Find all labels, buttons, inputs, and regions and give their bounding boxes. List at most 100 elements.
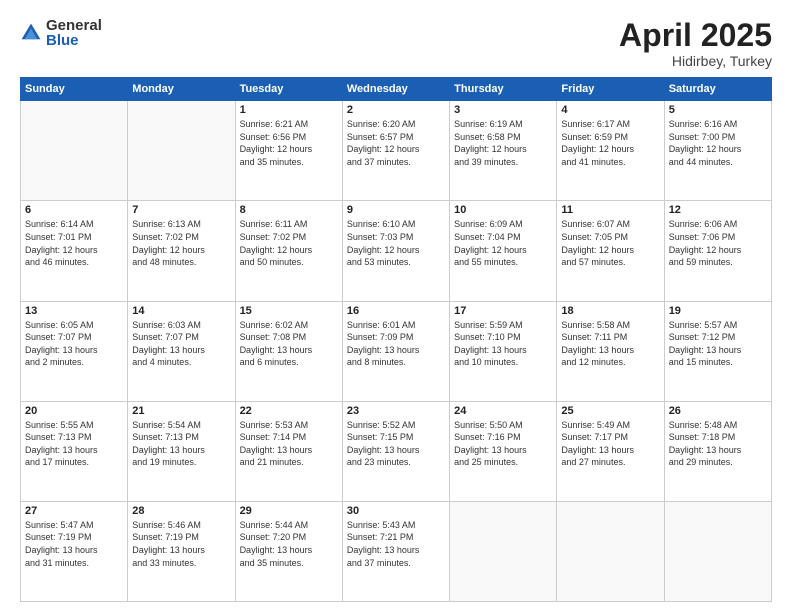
col-sunday: Sunday	[21, 78, 128, 101]
day-number: 10	[454, 204, 552, 216]
table-row	[21, 101, 128, 201]
col-monday: Monday	[128, 78, 235, 101]
table-row: 5 Sunrise: 6:16 AM Sunset: 7:00 PM Daylig…	[664, 101, 771, 201]
table-row: 21 Sunrise: 5:54 AM Sunset: 7:13 PM Dayli…	[128, 401, 235, 501]
table-row: 11 Sunrise: 6:07 AM Sunset: 7:05 PM Dayli…	[557, 201, 664, 301]
day-number: 21	[132, 405, 230, 417]
day-number: 8	[240, 204, 338, 216]
logo-icon	[20, 22, 42, 44]
day-number: 30	[347, 505, 445, 517]
day-number: 17	[454, 305, 552, 317]
day-info: Sunrise: 5:47 AM Sunset: 7:19 PM Dayligh…	[25, 519, 123, 569]
day-number: 14	[132, 305, 230, 317]
table-row	[664, 501, 771, 601]
day-info: Sunrise: 6:01 AM Sunset: 7:09 PM Dayligh…	[347, 319, 445, 369]
table-row: 8 Sunrise: 6:11 AM Sunset: 7:02 PM Daylig…	[235, 201, 342, 301]
day-number: 1	[240, 104, 338, 116]
day-number: 18	[561, 305, 659, 317]
day-number: 5	[669, 104, 767, 116]
day-info: Sunrise: 6:16 AM Sunset: 7:00 PM Dayligh…	[669, 118, 767, 168]
day-info: Sunrise: 6:14 AM Sunset: 7:01 PM Dayligh…	[25, 218, 123, 268]
day-number: 25	[561, 405, 659, 417]
table-row: 26 Sunrise: 5:48 AM Sunset: 7:18 PM Dayli…	[664, 401, 771, 501]
table-row: 20Sunrise: 5:55 AM Sunset: 7:13 PM Dayli…	[21, 401, 128, 501]
day-number: 26	[669, 405, 767, 417]
table-row: 10Sunrise: 6:09 AM Sunset: 7:04 PM Dayli…	[450, 201, 557, 301]
day-info: Sunrise: 6:20 AM Sunset: 6:57 PM Dayligh…	[347, 118, 445, 168]
table-row: 17 Sunrise: 5:59 AM Sunset: 7:10 PM Dayli…	[450, 301, 557, 401]
day-number: 19	[669, 305, 767, 317]
table-row: 6 Sunrise: 6:14 AM Sunset: 7:01 PM Daylig…	[21, 201, 128, 301]
day-number: 7	[132, 204, 230, 216]
day-info: Sunrise: 5:54 AM Sunset: 7:13 PM Dayligh…	[132, 419, 230, 469]
day-info: Sunrise: 6:02 AM Sunset: 7:08 PM Dayligh…	[240, 319, 338, 369]
day-number: 27	[25, 505, 123, 517]
day-info: Sunrise: 5:53 AM Sunset: 7:14 PM Dayligh…	[240, 419, 338, 469]
day-info: Sunrise: 6:05 AM Sunset: 7:07 PM Dayligh…	[25, 319, 123, 369]
day-info: Sunrise: 5:58 AM Sunset: 7:11 PM Dayligh…	[561, 319, 659, 369]
day-number: 6	[25, 204, 123, 216]
logo-general: General	[46, 18, 102, 33]
table-row: 27 Sunrise: 5:47 AM Sunset: 7:19 PM Dayli…	[21, 501, 128, 601]
day-number: 23	[347, 405, 445, 417]
day-info: Sunrise: 6:06 AM Sunset: 7:06 PM Dayligh…	[669, 218, 767, 268]
col-friday: Friday	[557, 78, 664, 101]
table-row: 28Sunrise: 5:46 AM Sunset: 7:19 PM Dayli…	[128, 501, 235, 601]
day-info: Sunrise: 5:52 AM Sunset: 7:15 PM Dayligh…	[347, 419, 445, 469]
weekday-header-row: Sunday Monday Tuesday Wednesday Thursday…	[21, 78, 772, 101]
table-row: 30Sunrise: 5:43 AM Sunset: 7:21 PM Dayli…	[342, 501, 449, 601]
table-row: 15 Sunrise: 6:02 AM Sunset: 7:08 PM Dayli…	[235, 301, 342, 401]
logo-text: General Blue	[46, 18, 102, 48]
table-row: 16 Sunrise: 6:01 AM Sunset: 7:09 PM Dayli…	[342, 301, 449, 401]
table-row	[128, 101, 235, 201]
day-number: 13	[25, 305, 123, 317]
day-number: 11	[561, 204, 659, 216]
table-row: 13 Sunrise: 6:05 AM Sunset: 7:07 PM Dayli…	[21, 301, 128, 401]
calendar-week-row: 27 Sunrise: 5:47 AM Sunset: 7:19 PM Dayli…	[21, 501, 772, 601]
day-info: Sunrise: 6:10 AM Sunset: 7:03 PM Dayligh…	[347, 218, 445, 268]
calendar-week-row: 6 Sunrise: 6:14 AM Sunset: 7:01 PM Daylig…	[21, 201, 772, 301]
logo: General Blue	[20, 18, 102, 48]
table-row: 4Sunrise: 6:17 AM Sunset: 6:59 PM Daylig…	[557, 101, 664, 201]
title-month: April 2025	[619, 18, 772, 53]
day-number: 22	[240, 405, 338, 417]
col-saturday: Saturday	[664, 78, 771, 101]
day-info: Sunrise: 5:49 AM Sunset: 7:17 PM Dayligh…	[561, 419, 659, 469]
day-number: 16	[347, 305, 445, 317]
day-info: Sunrise: 6:03 AM Sunset: 7:07 PM Dayligh…	[132, 319, 230, 369]
table-row: 23 Sunrise: 5:52 AM Sunset: 7:15 PM Dayli…	[342, 401, 449, 501]
logo-blue: Blue	[46, 33, 102, 48]
day-number: 12	[669, 204, 767, 216]
table-row: 7 Sunrise: 6:13 AM Sunset: 7:02 PM Daylig…	[128, 201, 235, 301]
table-row: 18 Sunrise: 5:58 AM Sunset: 7:11 PM Dayli…	[557, 301, 664, 401]
day-number: 29	[240, 505, 338, 517]
day-info: Sunrise: 5:59 AM Sunset: 7:10 PM Dayligh…	[454, 319, 552, 369]
table-row: 2 Sunrise: 6:20 AM Sunset: 6:57 PM Daylig…	[342, 101, 449, 201]
table-row: 19Sunrise: 5:57 AM Sunset: 7:12 PM Dayli…	[664, 301, 771, 401]
calendar-week-row: 20Sunrise: 5:55 AM Sunset: 7:13 PM Dayli…	[21, 401, 772, 501]
day-number: 15	[240, 305, 338, 317]
table-row: 14 Sunrise: 6:03 AM Sunset: 7:07 PM Dayli…	[128, 301, 235, 401]
day-info: Sunrise: 5:50 AM Sunset: 7:16 PM Dayligh…	[454, 419, 552, 469]
table-row	[557, 501, 664, 601]
day-info: Sunrise: 6:17 AM Sunset: 6:59 PM Dayligh…	[561, 118, 659, 168]
table-row: 12 Sunrise: 6:06 AM Sunset: 7:06 PM Dayli…	[664, 201, 771, 301]
table-row: 22 Sunrise: 5:53 AM Sunset: 7:14 PM Dayli…	[235, 401, 342, 501]
day-number: 9	[347, 204, 445, 216]
day-info: Sunrise: 6:19 AM Sunset: 6:58 PM Dayligh…	[454, 118, 552, 168]
day-number: 2	[347, 104, 445, 116]
calendar-week-row: 1 Sunrise: 6:21 AM Sunset: 6:56 PM Daylig…	[21, 101, 772, 201]
day-info: Sunrise: 6:21 AM Sunset: 6:56 PM Dayligh…	[240, 118, 338, 168]
title-location: Hidirbey, Turkey	[619, 53, 772, 69]
table-row: 25 Sunrise: 5:49 AM Sunset: 7:17 PM Dayli…	[557, 401, 664, 501]
day-info: Sunrise: 5:48 AM Sunset: 7:18 PM Dayligh…	[669, 419, 767, 469]
table-row: 24Sunrise: 5:50 AM Sunset: 7:16 PM Dayli…	[450, 401, 557, 501]
title-block: April 2025 Hidirbey, Turkey	[619, 18, 772, 69]
table-row: 9 Sunrise: 6:10 AM Sunset: 7:03 PM Daylig…	[342, 201, 449, 301]
day-number: 20	[25, 405, 123, 417]
day-info: Sunrise: 6:13 AM Sunset: 7:02 PM Dayligh…	[132, 218, 230, 268]
day-info: Sunrise: 5:46 AM Sunset: 7:19 PM Dayligh…	[132, 519, 230, 569]
day-info: Sunrise: 6:11 AM Sunset: 7:02 PM Dayligh…	[240, 218, 338, 268]
day-info: Sunrise: 6:07 AM Sunset: 7:05 PM Dayligh…	[561, 218, 659, 268]
header: General Blue April 2025 Hidirbey, Turkey	[20, 18, 772, 69]
